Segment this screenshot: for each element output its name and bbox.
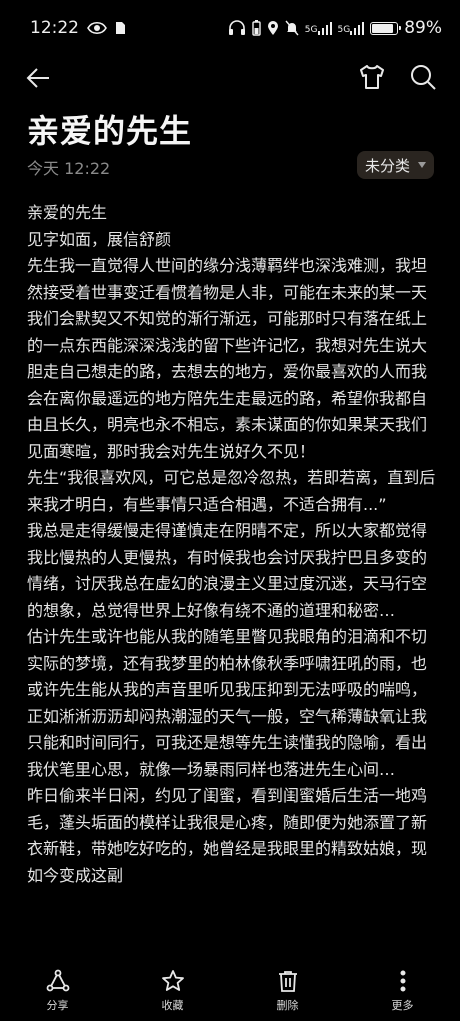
paragraph: 估计先生或许也能从我的随笔里瞥见我眼角的泪滴和不切实际的梦境，还有我梦里的柏林像… xyxy=(27,627,428,779)
status-bar: 12:22 5G 5G 89% xyxy=(0,0,460,56)
more-label: 更多 xyxy=(391,999,414,1012)
back-arrow-icon[interactable] xyxy=(24,64,52,92)
paragraph: 先生我一直觉得人世间的缘分浅薄羁绊也深浅难测，我坦然接受着世事变迁看惯着物是人非… xyxy=(27,256,428,461)
share-button[interactable]: 分享 xyxy=(18,961,98,1013)
category-label: 未分类 xyxy=(364,156,410,175)
note-title: 亲爱的先生 xyxy=(27,112,193,150)
signal-2-icon: 5G xyxy=(338,21,365,35)
paragraph: 我总是走得缓慢走得谨慎走在阴晴不定，所以大家都觉得我比慢热的人更慢热，有时候我也… xyxy=(27,521,428,620)
share-label: 分享 xyxy=(46,999,69,1012)
paragraph: 先生“我很喜欢风，可它总是忽冷忽热，若即若离，直到后来我才明白，有些事情只适合相… xyxy=(27,468,436,514)
chevron-down-icon xyxy=(418,162,426,168)
mute-icon xyxy=(285,20,299,36)
shirt-icon[interactable] xyxy=(357,62,387,92)
favorite-button[interactable]: 收藏 xyxy=(133,961,213,1013)
star-icon xyxy=(161,970,184,991)
share-icon xyxy=(46,969,69,992)
note-timestamp: 今天 12:22 xyxy=(27,159,111,178)
paragraph: 亲爱的先生 xyxy=(27,203,108,222)
battery-icon xyxy=(370,21,402,35)
battery-percent: 89% xyxy=(404,18,442,38)
note-body[interactable]: 亲爱的先生 见字如面，展信舒颜 先生我一直觉得人世间的缘分浅薄羁绊也深浅难测，我… xyxy=(27,200,439,889)
paragraph: 见字如面，展信舒颜 xyxy=(27,229,172,249)
favorite-label: 收藏 xyxy=(161,999,184,1012)
search-icon[interactable] xyxy=(408,62,438,92)
location-icon xyxy=(267,21,278,35)
trash-icon xyxy=(278,971,297,992)
paragraph: 昨日偷来半日闲，约见了闺蜜，看到闺蜜婚后生活一地鸡毛，蓬头垢面的模样让我很是心疼… xyxy=(27,786,428,885)
top-toolbar xyxy=(0,56,460,100)
headphones-icon xyxy=(228,20,245,35)
battery-saver-icon xyxy=(252,20,261,36)
category-dropdown[interactable]: 未分类 xyxy=(357,151,434,179)
signal-1-icon: 5G xyxy=(305,21,332,35)
bottom-action-bar: 分享 收藏 删除 更多 xyxy=(0,961,460,1021)
sim-card-icon xyxy=(116,22,125,34)
delete-button[interactable]: 删除 xyxy=(248,961,328,1013)
status-time: 12:22 xyxy=(30,18,79,38)
eye-icon xyxy=(87,21,107,35)
more-button[interactable]: 更多 xyxy=(363,961,443,1013)
delete-label: 删除 xyxy=(276,999,299,1012)
more-vertical-icon xyxy=(399,970,405,992)
